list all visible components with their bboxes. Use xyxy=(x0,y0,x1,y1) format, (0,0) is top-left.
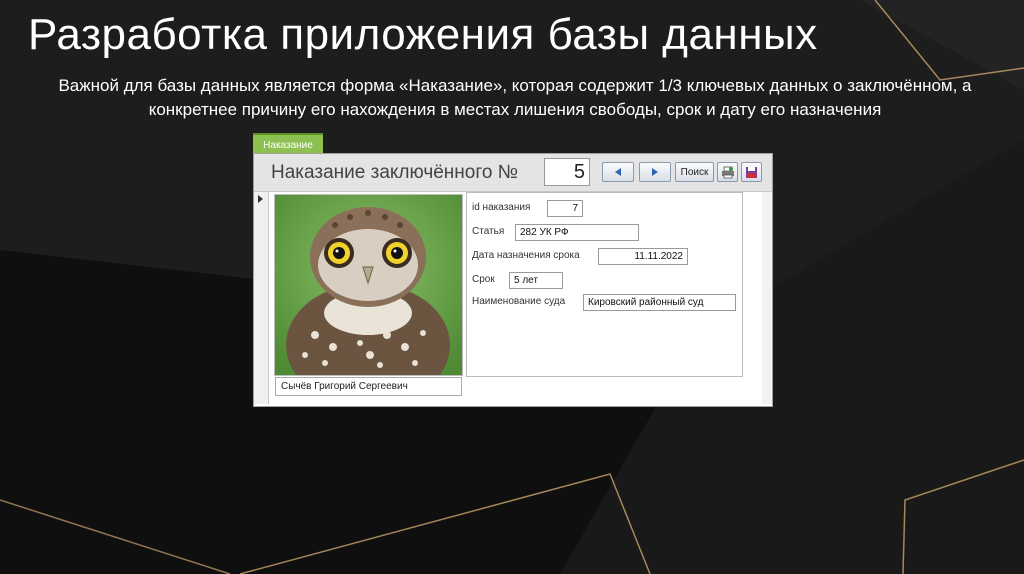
form-header: Наказание заключённого № 5 Поиск xyxy=(254,154,772,192)
form-title: Наказание заключённого № xyxy=(271,162,519,183)
form-scroll-area xyxy=(762,192,772,404)
date-label: Дата назначения срока xyxy=(472,250,580,261)
prev-arrow-icon xyxy=(615,168,621,176)
slide-description: Важной для базы данных является форма «Н… xyxy=(58,76,972,119)
search-button[interactable]: Поиск xyxy=(675,162,714,182)
current-record-icon xyxy=(258,195,263,203)
id-label: id наказания xyxy=(472,202,531,213)
save-icon xyxy=(746,166,757,178)
date-field[interactable]: 11.11.2022 xyxy=(598,248,688,265)
print-button[interactable] xyxy=(717,162,738,182)
save-button[interactable] xyxy=(741,162,762,182)
article-label: Статья xyxy=(472,226,505,237)
previous-record-button[interactable] xyxy=(602,162,634,182)
court-label: Наименование суда xyxy=(472,296,566,307)
tab-punishment[interactable]: Наказание xyxy=(253,133,323,155)
punishment-details: id наказания 7 Статья 282 УК РФ Дата наз… xyxy=(466,192,743,377)
prisoner-photo xyxy=(274,194,463,376)
slide-title: Разработка приложения базы данных xyxy=(28,10,818,59)
prisoner-name-field[interactable]: Сычёв Григорий Сергеевич xyxy=(275,377,462,396)
id-field[interactable]: 7 xyxy=(547,200,583,217)
term-field[interactable]: 5 лет xyxy=(509,272,563,289)
next-arrow-icon xyxy=(652,168,658,176)
next-record-button[interactable] xyxy=(639,162,671,182)
article-field[interactable]: 282 УК РФ xyxy=(515,224,639,241)
record-number-field[interactable]: 5 xyxy=(544,158,590,186)
punishment-form: Наказание заключённого № 5 Поиск Сычёв Г… xyxy=(253,153,773,407)
record-selector[interactable] xyxy=(254,192,269,404)
print-icon xyxy=(721,166,734,178)
court-field[interactable]: Кировский районный суд xyxy=(583,294,736,311)
term-label: Срок xyxy=(472,274,495,285)
